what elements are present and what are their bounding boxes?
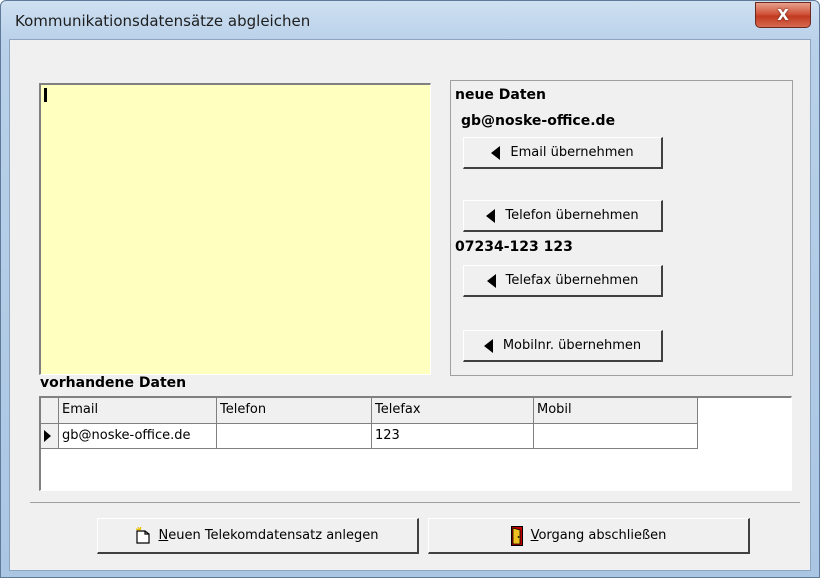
column-header-telefon[interactable]: Telefon bbox=[217, 398, 372, 424]
new-data-title: neue Daten bbox=[455, 87, 547, 103]
dialog-window: Kommunikationsdatensätze abgleichen X ne… bbox=[0, 0, 820, 578]
existing-data-label: vorhandene Daten bbox=[40, 375, 187, 391]
new-record-label: Neuen Telekomdatensatz anlegen bbox=[158, 528, 379, 543]
exit-door-icon bbox=[510, 525, 523, 546]
column-header-telefax[interactable]: Telefax bbox=[372, 398, 534, 424]
cell-email[interactable]: gb@noske-office.de bbox=[59, 424, 217, 449]
cell-mobil[interactable] bbox=[534, 424, 698, 449]
column-header-mobil[interactable]: Mobil bbox=[534, 398, 698, 424]
close-icon: X bbox=[777, 6, 789, 24]
take-email-label: Email übernehmen bbox=[510, 145, 634, 160]
arrow-left-icon bbox=[486, 273, 496, 288]
text-caret bbox=[44, 88, 47, 102]
new-phone-value: 07234-123 123 bbox=[455, 239, 573, 255]
take-email-button[interactable]: Email übernehmen bbox=[463, 137, 663, 169]
arrow-left-icon bbox=[483, 338, 493, 353]
take-fax-label: Telefax übernehmen bbox=[505, 273, 639, 288]
arrow-left-icon bbox=[486, 208, 496, 223]
take-mobile-label: Mobilnr. übernehmen bbox=[502, 338, 642, 353]
take-mobile-button[interactable]: Mobilnr. übernehmen bbox=[463, 330, 663, 362]
finish-button[interactable]: Vorgang abschließen bbox=[428, 518, 750, 554]
dialog-client-area: neue Daten gb@noske-office.de Email über… bbox=[9, 39, 811, 571]
grid-header-indicator bbox=[41, 398, 59, 424]
cell-telefon[interactable] bbox=[217, 424, 372, 449]
cell-telefax[interactable]: 123 bbox=[372, 424, 534, 449]
take-fax-button[interactable]: Telefax übernehmen bbox=[463, 265, 663, 297]
title-bar[interactable]: Kommunikationsdatensätze abgleichen X bbox=[1, 1, 819, 39]
new-document-icon bbox=[136, 526, 151, 544]
finish-label: Vorgang abschließen bbox=[530, 528, 667, 543]
column-header-email[interactable]: Email bbox=[59, 398, 217, 424]
take-phone-label: Telefon übernehmen bbox=[505, 208, 639, 223]
new-record-button[interactable]: Neuen Telekomdatensatz anlegen bbox=[97, 518, 419, 554]
take-phone-button[interactable]: Telefon übernehmen bbox=[463, 200, 663, 232]
existing-data-grid[interactable]: Email Telefon Telefax Mobil gb@noske-off… bbox=[39, 396, 792, 491]
notes-textarea[interactable] bbox=[39, 83, 431, 375]
current-row-icon bbox=[44, 430, 51, 442]
action-bar: Neuen Telekomdatensatz anlegen Vorgang a… bbox=[30, 502, 800, 562]
new-data-panel: neue Daten gb@noske-office.de Email über… bbox=[450, 80, 793, 376]
close-button[interactable]: X bbox=[755, 2, 811, 28]
row-selector[interactable] bbox=[41, 424, 59, 449]
arrow-left-icon bbox=[491, 145, 501, 160]
new-email-value: gb@noske-office.de bbox=[461, 113, 616, 129]
window-title: Kommunikationsdatensätze abgleichen bbox=[15, 12, 311, 30]
